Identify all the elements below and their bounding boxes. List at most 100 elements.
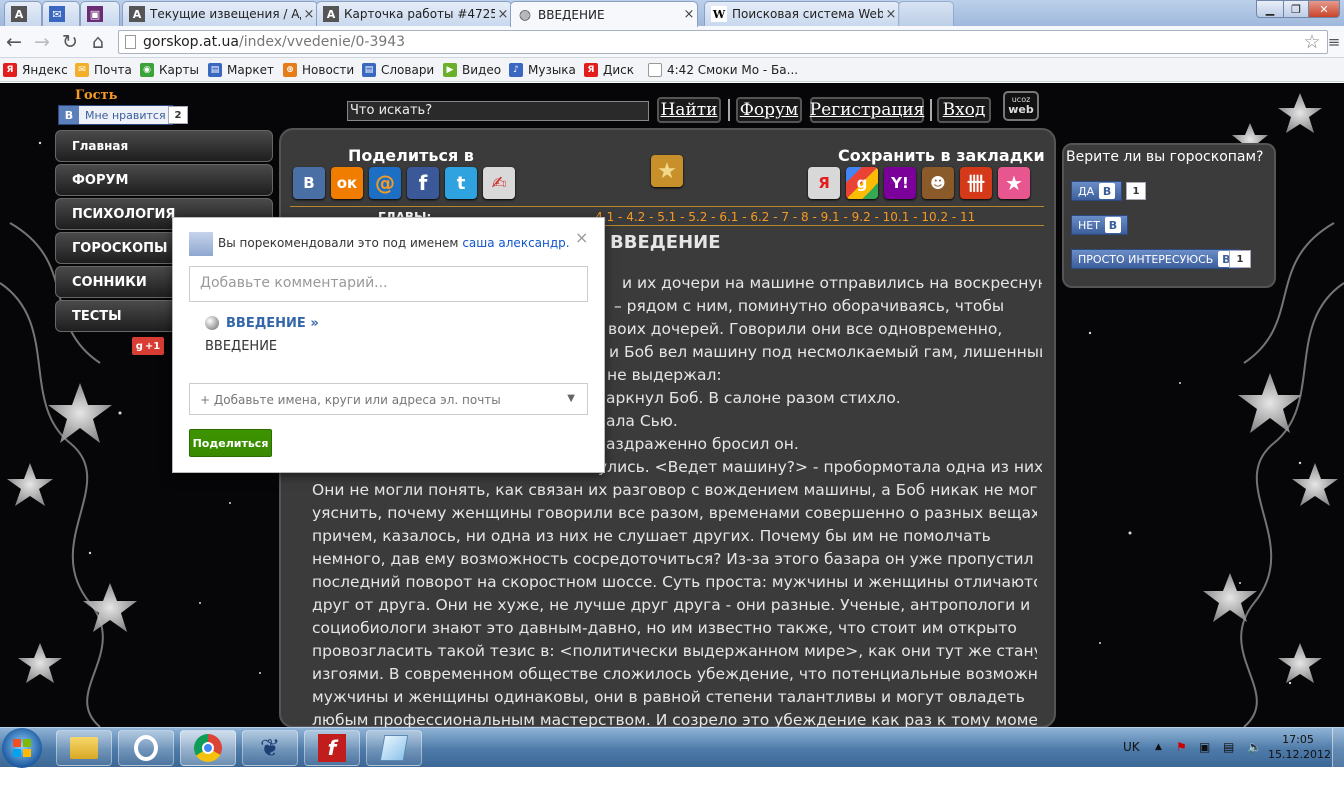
globe-favicon-icon: ◍ [518, 6, 532, 23]
tab-vvedenie[interactable]: ◍ ВВЕДЕНИЕ × [510, 1, 698, 27]
comment-input[interactable]: Добавьте комментарий... [189, 266, 588, 302]
bookmark-maps[interactable]: ◉ Карты [140, 61, 199, 79]
taskbar-opera[interactable] [118, 730, 174, 766]
user-name-link[interactable]: саша александр. [462, 236, 569, 250]
recommended-notice: Вы порекомендовали это под именем саша а… [218, 236, 570, 250]
google-plus-one-button[interactable]: g +1 [132, 337, 164, 355]
back-arrow-icon[interactable]: ← [2, 30, 26, 54]
tab-pinned-3[interactable]: ▣ [80, 1, 120, 26]
close-tab-icon[interactable]: × [301, 7, 317, 22]
chapter-links[interactable]: - 4.1 - 4.2 - 5.1 - 5.2 - 6.1 - 6.2 - 7 … [587, 210, 975, 224]
start-button[interactable] [2, 728, 42, 768]
share-title: Поделиться в [348, 146, 474, 165]
vk-icon: В [1104, 217, 1121, 233]
show-desktop-button[interactable] [1332, 728, 1344, 768]
bookmark-music[interactable]: ♪ Музыка [509, 61, 576, 79]
close-icon[interactable]: × [575, 228, 588, 247]
login-link[interactable]: Вход [937, 97, 991, 123]
taskbar-explorer[interactable] [56, 730, 112, 766]
bookmark-yandex[interactable]: Я Яндекс [3, 61, 68, 79]
poll-option-no[interactable]: НЕТ В [1071, 215, 1128, 235]
article-line: Они не могли понять, как связан их разго… [312, 481, 1037, 499]
vk-share-icon[interactable]: В [293, 167, 325, 199]
nav-item-forum[interactable]: ФОРУМ [55, 164, 273, 196]
forum-link[interactable]: Форум [736, 97, 802, 123]
share-button[interactable]: Поделиться [189, 429, 272, 457]
moi-mir-share-icon[interactable]: ✍ [483, 167, 515, 199]
reload-icon[interactable]: ↻ [58, 30, 82, 54]
language-indicator[interactable]: UK [1123, 740, 1140, 754]
flash-icon: f [318, 734, 346, 762]
close-tab-icon[interactable]: × [883, 7, 899, 22]
yandex-bookmark-icon[interactable]: Я [808, 167, 840, 199]
bobrdobr-bookmark-icon[interactable]: ☻ [922, 167, 954, 199]
minimize-button[interactable]: ▁ [1256, 0, 1284, 18]
bookmark-video[interactable]: ▶ Видео [443, 61, 501, 79]
taskbar-audio-app[interactable]: ❦ [242, 730, 298, 766]
site-search-input[interactable]: Что искать? [347, 101, 649, 121]
ucoz-web-logo[interactable]: ucoz web [1003, 91, 1039, 121]
guest-label[interactable]: Гость [75, 88, 117, 103]
volume-icon[interactable]: 🔈 [1247, 740, 1262, 754]
tab-notifications[interactable]: A Текущие извещения / Ад × [122, 1, 318, 26]
vk-like-button[interactable]: В Мне нравится [58, 105, 173, 125]
poll-option-yes[interactable]: ДА В [1071, 181, 1123, 201]
nav-item-main[interactable]: Главная [55, 130, 273, 162]
mailru-share-icon[interactable]: @ [369, 167, 401, 199]
register-link[interactable]: Регистрация [810, 97, 924, 123]
clock[interactable]: 17:05 15.12.2012 [1268, 732, 1331, 762]
poll-option-just-curious[interactable]: ПРОСТО ИНТЕРЕСУЮСЬ В [1071, 249, 1242, 269]
tab-pinned-2[interactable]: ✉ [42, 1, 80, 26]
taskbar-flash[interactable]: f [304, 730, 360, 766]
a-favicon-icon: A [323, 6, 339, 22]
tab-work-card[interactable]: A Карточка работы #47256 × [316, 1, 512, 26]
twitter-share-icon[interactable]: t [445, 167, 477, 199]
address-bar[interactable]: gorskop.at.ua/index/vvedenie/0-3943 [118, 30, 1328, 54]
forward-arrow-icon[interactable]: → [30, 30, 54, 54]
article-line: изгоями. В современном обществе сложилос… [312, 665, 1037, 683]
w-favicon-icon: W [711, 6, 727, 22]
maximize-button[interactable]: ❐ [1283, 0, 1309, 18]
facebook-share-icon[interactable]: f [407, 167, 439, 199]
taskbar-notepad[interactable] [366, 730, 422, 766]
vk-icon: В [59, 106, 79, 124]
home-icon[interactable]: ⌂ [86, 30, 110, 54]
close-tab-icon[interactable]: × [495, 7, 511, 22]
favorite-star-icon[interactable]: ★ [651, 155, 683, 187]
recipients-input[interactable]: + Добавьте имена, круги или адреса эл. п… [189, 383, 588, 415]
bookmark-market[interactable]: ▤ Маркет [208, 61, 274, 79]
bookmark-star-icon[interactable]: ☆ [1300, 30, 1324, 54]
article-line: любым профессиональным мастерством. И со… [312, 711, 1037, 727]
article-line: аркнул Боб. В салоне разом стихло. [606, 389, 901, 407]
bookmark-smoki-mo[interactable]: 4:42 Смоки Мо - Ба... [648, 61, 798, 79]
memori-bookmark-icon[interactable]: 卌 [960, 167, 992, 199]
find-button[interactable]: Найти [657, 97, 721, 123]
article-line: – рядом с ним, поминутно оборачиваясь, ч… [614, 297, 1005, 315]
google-bookmark-icon[interactable]: g [846, 167, 878, 199]
show-hidden-icons-icon[interactable]: ▲ [1155, 742, 1162, 752]
shared-link-title[interactable]: ВВЕДЕНИЕ » [226, 316, 319, 331]
odnoklassniki-share-icon[interactable]: ок [331, 167, 363, 199]
tab-strip: A ✉ ▣ A Текущие извещения / Ад × A Карто… [0, 0, 1344, 27]
new-tab-button[interactable] [898, 1, 954, 26]
bookmark-disk[interactable]: Я Диск [584, 61, 634, 79]
close-tab-icon[interactable]: × [681, 7, 697, 22]
maps-icon: ◉ [140, 63, 154, 77]
network-icon[interactable]: ▤ [1223, 740, 1234, 754]
device-icon[interactable]: ▣ [1199, 740, 1210, 754]
close-window-button[interactable]: ✕ [1308, 0, 1340, 18]
taskbar-chrome[interactable] [180, 730, 236, 766]
bookmark-dictionaries[interactable]: ▤ Словари [362, 61, 434, 79]
bookmark-news[interactable]: ⊕ Новости [283, 61, 354, 79]
tab-web-search[interactable]: W Поисковая система Web × [704, 1, 900, 26]
yahoo-bookmark-icon[interactable]: Y! [884, 167, 916, 199]
poll-option-yes-count: 1 [1126, 182, 1146, 200]
image-favicon-icon: ▣ [87, 6, 103, 22]
wrench-menu-icon[interactable]: ≡ [1322, 30, 1344, 54]
like-count: 2 [168, 106, 188, 124]
star-bookmark-icon[interactable]: ★ [998, 167, 1030, 199]
article-line: друг от друга. Они не хуже, не лучше дру… [312, 596, 1031, 614]
flag-icon[interactable]: ⚑ [1176, 740, 1187, 754]
tab-pinned-1[interactable]: A [4, 1, 42, 26]
bookmark-mail[interactable]: ✉ Почта [75, 61, 132, 79]
